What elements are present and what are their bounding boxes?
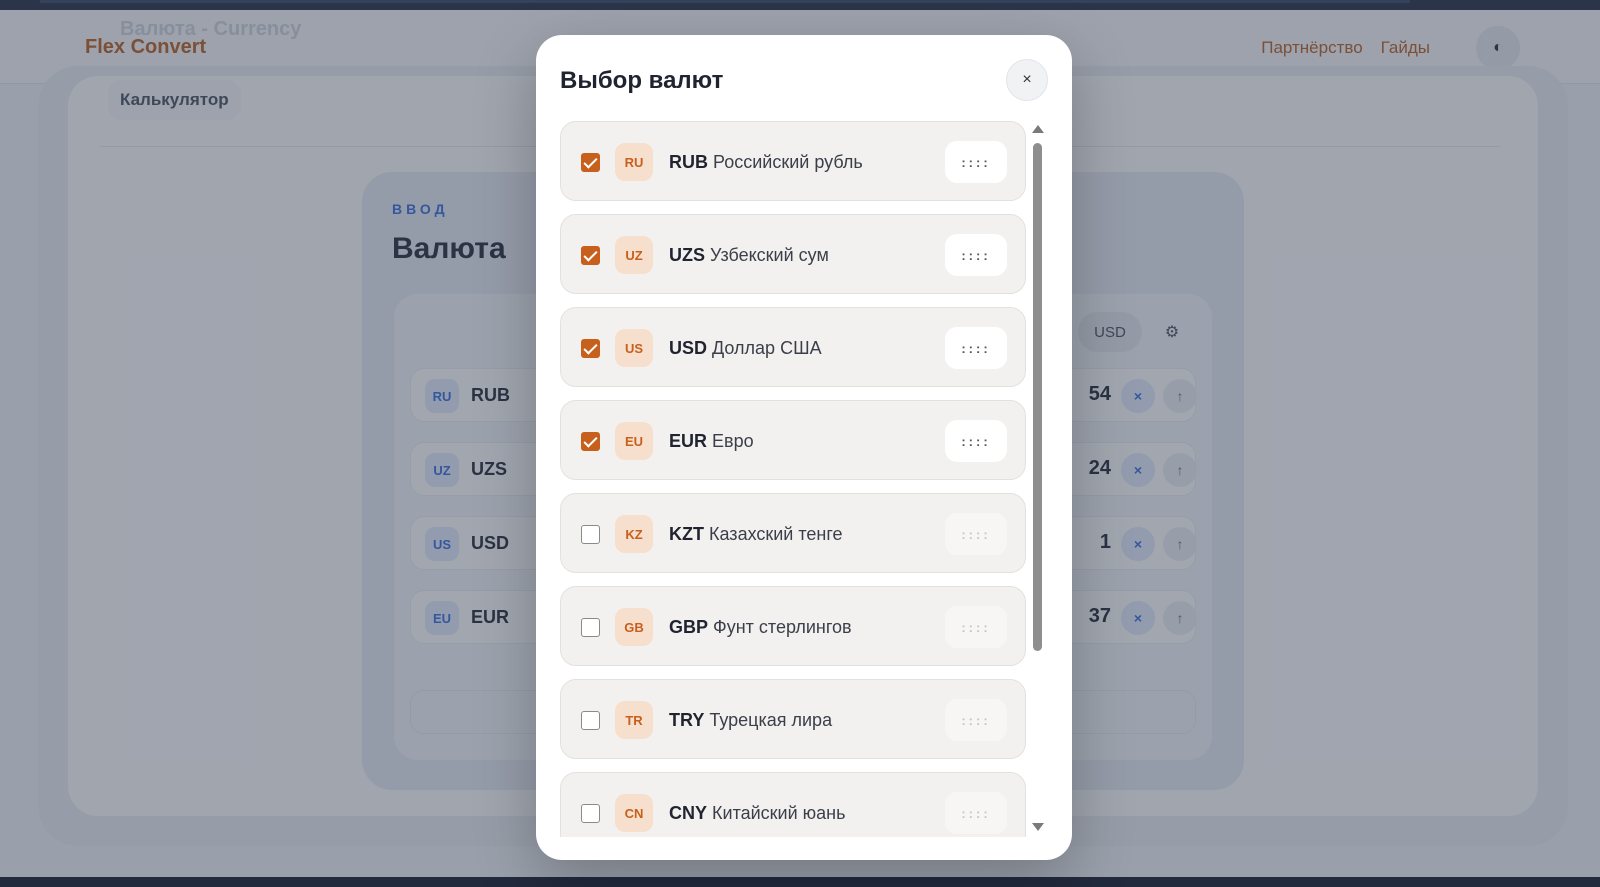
currency-label: USD Доллар США [669, 338, 822, 359]
currency-code: USD [669, 338, 708, 358]
currency-name: Евро [712, 431, 754, 451]
currency-checkbox[interactable] [581, 153, 600, 172]
currency-option-kzt[interactable]: KZ KZT Казахский тенге:::: [560, 493, 1026, 573]
currency-code: UZS [669, 245, 705, 265]
currency-option-gbp[interactable]: GB GBP Фунт стерлингов:::: [560, 586, 1026, 666]
drag-handle-icon[interactable]: :::: [945, 792, 1007, 834]
currency-code: KZT [669, 524, 704, 544]
currency-name: Узбекский сум [710, 245, 829, 265]
flag-badge: UZ [615, 236, 653, 274]
scroll-up-arrow-icon[interactable] [1032, 125, 1044, 133]
currency-name: Китайский юань [712, 803, 846, 823]
currency-label: GBP Фунт стерлингов [669, 617, 852, 638]
currency-label: KZT Казахский тенге [669, 524, 843, 545]
drag-handle-icon[interactable]: :::: [945, 234, 1007, 276]
currency-name: Турецкая лира [709, 710, 833, 730]
close-icon: × [1022, 71, 1032, 88]
currency-checkbox[interactable] [581, 432, 600, 451]
currency-checkbox[interactable] [581, 525, 600, 544]
currency-option-rub[interactable]: RU RUB Российский рубль:::: [560, 121, 1026, 201]
modal-title: Выбор валют [560, 67, 724, 94]
currency-checkbox[interactable] [581, 339, 600, 358]
currency-name: Фунт стерлингов [713, 617, 852, 637]
currency-label: TRY Турецкая лира [669, 710, 832, 731]
currency-option-uzs[interactable]: UZ UZS Узбекский сум:::: [560, 214, 1026, 294]
drag-handle-icon[interactable]: :::: [945, 606, 1007, 648]
flag-badge: US [615, 329, 653, 367]
scroll-down-arrow-icon[interactable] [1032, 823, 1044, 831]
currency-option-eur[interactable]: EU EUR Евро:::: [560, 400, 1026, 480]
currency-name: Казахский тенге [709, 524, 843, 544]
currency-checkbox[interactable] [581, 618, 600, 637]
currency-name: Российский рубль [713, 152, 863, 172]
currency-code: RUB [669, 152, 708, 172]
currency-label: RUB Российский рубль [669, 152, 863, 173]
currency-label: UZS Узбекский сум [669, 245, 829, 266]
currency-code: CNY [669, 803, 708, 823]
drag-handle-icon[interactable]: :::: [945, 141, 1007, 183]
currency-checkbox[interactable] [581, 711, 600, 730]
currency-label: CNY Китайский юань [669, 803, 846, 824]
scrollbar-thumb[interactable] [1033, 143, 1042, 651]
flag-badge: CN [615, 794, 653, 832]
currency-option-cny[interactable]: CN CNY Китайский юань:::: [560, 772, 1026, 837]
currency-code: EUR [669, 431, 708, 451]
currency-code: TRY [669, 710, 705, 730]
flag-badge: TR [615, 701, 653, 739]
drag-handle-icon[interactable]: :::: [945, 699, 1007, 741]
currency-list[interactable]: RU RUB Российский рубль:::: UZ UZS Узбекски… [560, 121, 1026, 837]
currency-code: GBP [669, 617, 709, 637]
flag-badge: RU [615, 143, 653, 181]
drag-handle-icon[interactable]: :::: [945, 327, 1007, 369]
drag-handle-icon[interactable]: :::: [945, 513, 1007, 555]
close-button[interactable]: × [1006, 59, 1048, 101]
drag-handle-icon[interactable]: :::: [945, 420, 1007, 462]
flag-badge: EU [615, 422, 653, 460]
currency-checkbox[interactable] [581, 804, 600, 823]
flag-badge: GB [615, 608, 653, 646]
currency-name: Доллар США [712, 338, 822, 358]
currency-option-usd[interactable]: US USD Доллар США:::: [560, 307, 1026, 387]
currency-checkbox[interactable] [581, 246, 600, 265]
currency-select-modal: Выбор валют × RU RUB Российский рубль::::… [536, 35, 1072, 860]
currency-option-try[interactable]: TR TRY Турецкая лира:::: [560, 679, 1026, 759]
flag-badge: KZ [615, 515, 653, 553]
currency-label: EUR Евро [669, 431, 754, 452]
